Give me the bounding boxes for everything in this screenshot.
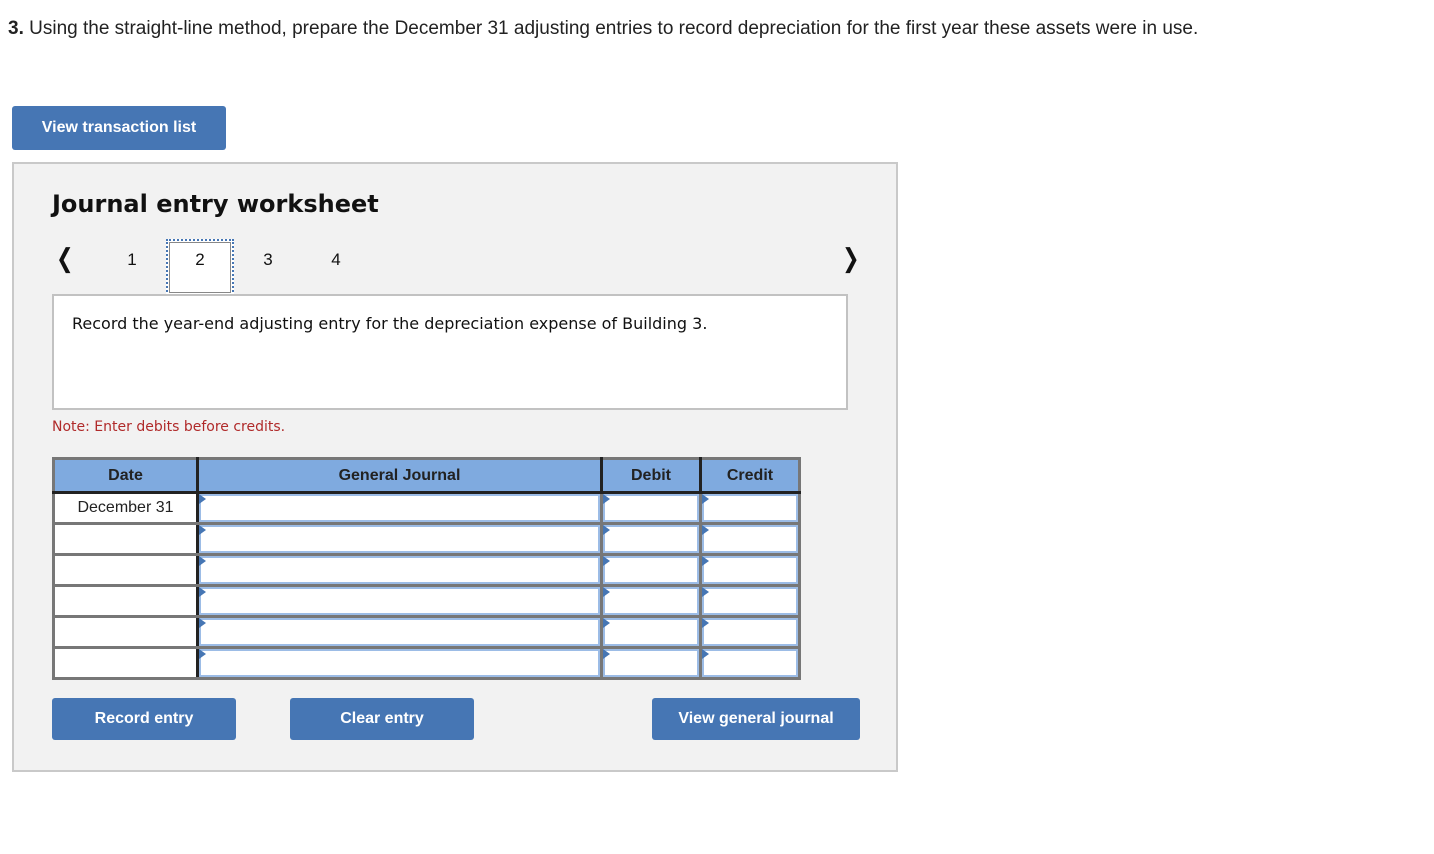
account-input[interactable] bbox=[199, 649, 600, 677]
page-tab-2[interactable]: 2 bbox=[190, 250, 210, 270]
entry-description: Record the year-end adjusting entry for … bbox=[72, 314, 708, 333]
dropdown-marker-icon bbox=[199, 525, 206, 535]
debit-input[interactable] bbox=[603, 494, 699, 522]
credit-input-cell bbox=[699, 646, 801, 680]
page-tab-3[interactable]: 3 bbox=[258, 250, 278, 270]
credit-input-cell bbox=[699, 553, 801, 587]
dropdown-marker-icon bbox=[199, 556, 206, 566]
table-row bbox=[52, 615, 801, 649]
table-header-row: Date General Journal Debit Credit bbox=[53, 458, 800, 494]
account-input[interactable] bbox=[199, 525, 600, 553]
dropdown-marker-icon bbox=[603, 618, 610, 628]
credit-input[interactable] bbox=[702, 649, 798, 677]
account-input-cell bbox=[196, 522, 603, 556]
table-row bbox=[52, 646, 801, 680]
entry-description-box: Record the year-end adjusting entry for … bbox=[52, 294, 848, 410]
account-input-cell bbox=[196, 491, 603, 525]
dropdown-marker-icon bbox=[702, 649, 709, 659]
dropdown-marker-icon bbox=[603, 556, 610, 566]
dropdown-marker-icon bbox=[199, 618, 206, 628]
debit-input-cell bbox=[600, 553, 702, 587]
header-date: Date bbox=[53, 458, 199, 494]
credit-input-cell bbox=[699, 615, 801, 649]
debit-input[interactable] bbox=[603, 618, 699, 646]
debit-input-cell bbox=[600, 646, 702, 680]
page-tab-1[interactable]: 1 bbox=[122, 250, 142, 270]
credit-input[interactable] bbox=[702, 556, 798, 584]
credit-input[interactable] bbox=[702, 618, 798, 646]
header-debit: Debit bbox=[601, 458, 702, 494]
account-input-cell bbox=[196, 584, 603, 618]
debit-input[interactable] bbox=[603, 649, 699, 677]
dropdown-marker-icon bbox=[702, 618, 709, 628]
date-cell[interactable]: December 31 bbox=[52, 491, 199, 525]
table-row bbox=[52, 522, 801, 556]
worksheet-title: Journal entry worksheet bbox=[52, 190, 379, 218]
dropdown-marker-icon bbox=[702, 525, 709, 535]
dropdown-marker-icon bbox=[702, 587, 709, 597]
dropdown-marker-icon bbox=[603, 649, 610, 659]
table-row bbox=[52, 584, 801, 618]
dropdown-marker-icon bbox=[702, 494, 709, 504]
credit-input-cell bbox=[699, 522, 801, 556]
account-input[interactable] bbox=[199, 587, 600, 615]
table-row: December 31 bbox=[52, 491, 801, 525]
journal-entry-worksheet: Journal entry worksheet ❮ 1 2 3 4 ❯ Reco… bbox=[12, 162, 898, 772]
debit-input[interactable] bbox=[603, 556, 699, 584]
account-input[interactable] bbox=[199, 494, 600, 522]
header-credit: Credit bbox=[700, 458, 800, 494]
credit-input[interactable] bbox=[702, 525, 798, 553]
dropdown-marker-icon bbox=[702, 556, 709, 566]
credit-input[interactable] bbox=[702, 587, 798, 615]
dropdown-marker-icon bbox=[199, 587, 206, 597]
account-input-cell bbox=[196, 615, 603, 649]
credit-input[interactable] bbox=[702, 494, 798, 522]
table-row bbox=[52, 553, 801, 587]
question-body: Using the straight-line method, prepare … bbox=[23, 18, 1199, 39]
question-number: 3. bbox=[8, 18, 24, 39]
chevron-right-icon[interactable]: ❯ bbox=[842, 244, 859, 274]
date-cell[interactable] bbox=[52, 584, 199, 618]
dropdown-marker-icon bbox=[603, 494, 610, 504]
account-input-cell bbox=[196, 646, 603, 680]
clear-entry-button[interactable]: Clear entry bbox=[290, 698, 474, 740]
record-entry-button[interactable]: Record entry bbox=[52, 698, 236, 740]
debit-input[interactable] bbox=[603, 525, 699, 553]
account-input[interactable] bbox=[199, 618, 600, 646]
dropdown-marker-icon bbox=[603, 525, 610, 535]
header-general-journal: General Journal bbox=[197, 458, 603, 494]
page-tab-4[interactable]: 4 bbox=[326, 250, 346, 270]
debit-input[interactable] bbox=[603, 587, 699, 615]
chevron-left-icon[interactable]: ❮ bbox=[56, 244, 73, 274]
debit-input-cell bbox=[600, 491, 702, 525]
account-input-cell bbox=[196, 553, 603, 587]
dropdown-marker-icon bbox=[199, 494, 206, 504]
dropdown-marker-icon bbox=[603, 587, 610, 597]
date-cell[interactable] bbox=[52, 553, 199, 587]
date-cell[interactable] bbox=[52, 646, 199, 680]
date-cell[interactable] bbox=[52, 522, 199, 556]
credit-input-cell bbox=[699, 491, 801, 525]
journal-table: Date General Journal Debit Credit Decemb… bbox=[52, 457, 801, 680]
credit-input-cell bbox=[699, 584, 801, 618]
date-cell[interactable] bbox=[52, 615, 199, 649]
dropdown-marker-icon bbox=[199, 649, 206, 659]
entry-note: Note: Enter debits before credits. bbox=[52, 419, 286, 435]
view-transaction-list-button[interactable]: View transaction list bbox=[12, 106, 226, 150]
debit-input-cell bbox=[600, 584, 702, 618]
debit-input-cell bbox=[600, 522, 702, 556]
debit-input-cell bbox=[600, 615, 702, 649]
account-input[interactable] bbox=[199, 556, 600, 584]
view-general-journal-button[interactable]: View general journal bbox=[652, 698, 860, 740]
question-text: 3. Using the straight-line method, prepa… bbox=[8, 16, 1278, 41]
